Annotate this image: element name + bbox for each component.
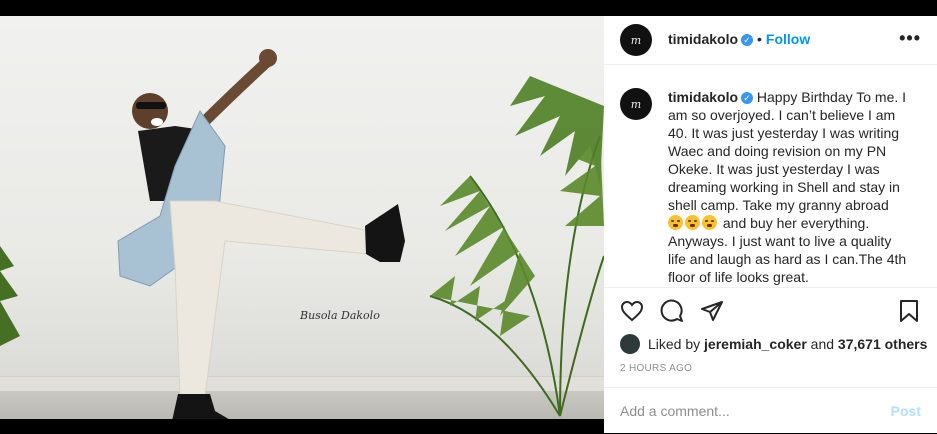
avatar-monogram: m: [630, 33, 642, 47]
dot-separator: •: [757, 31, 762, 47]
comment-icon[interactable]: [660, 299, 684, 323]
photo-illustration: [0, 49, 604, 419]
verified-icon: ✓: [741, 92, 754, 105]
heart-icon[interactable]: [620, 299, 644, 323]
caption: timidakolo ✓ Happy Birthday To me. I am s…: [620, 88, 920, 286]
username-link[interactable]: timidakolo: [668, 31, 738, 47]
avatar[interactable]: m: [620, 24, 652, 56]
bookmark-icon[interactable]: [897, 299, 921, 323]
caption-line: floor of life looks great.: [668, 269, 809, 285]
caption-line: Happy Birthday To me. I: [756, 89, 907, 105]
photo-watermark: Busola Dakolo: [300, 309, 380, 322]
verified-icon: ✓: [741, 33, 754, 46]
instagram-post: Busola Dakolo m timidakolo ✓ • Follow ••• m…: [0, 0, 937, 433]
caption-text: timidakolo ✓ Happy Birthday To me. I am s…: [668, 88, 920, 286]
post-timestamp[interactable]: 2 HOURS AGO: [620, 363, 692, 374]
likes-summary: Liked by jeremiah_coker and 37,671 other…: [620, 334, 927, 354]
caption-line: Anyways. I just want to live a quality: [668, 233, 892, 249]
crying-emoji-icon: [685, 215, 700, 230]
more-icon[interactable]: •••: [899, 28, 921, 49]
caption-line: Okeke. It was just yesterday I was: [668, 161, 880, 177]
caption-line: am so overjoyed. I can’t believe I am: [668, 107, 896, 123]
post-side-panel: m timidakolo ✓ • Follow ••• m timidakolo ✓ H…: [604, 16, 937, 433]
likes-and: and: [810, 336, 835, 352]
crying-emoji-icon: [702, 215, 717, 230]
caption-line: dreaming working in Shell and stay in: [668, 179, 900, 195]
post-comment-button[interactable]: Post: [891, 403, 921, 419]
caption-line: shell camp. Take my granny abroad: [668, 197, 889, 213]
liker-avatar[interactable]: [620, 334, 640, 354]
likes-count[interactable]: 37,671 others: [838, 336, 928, 352]
header-userline: timidakolo ✓ • Follow: [668, 31, 810, 49]
caption-username[interactable]: timidakolo: [668, 89, 738, 105]
crying-emoji-icon: [668, 215, 683, 230]
liker-username[interactable]: jeremiah_coker: [704, 336, 807, 352]
comment-box: Add a comment... Post: [604, 387, 937, 434]
caption-line: 40. It was just yesterday I was writing: [668, 125, 900, 141]
likes-prefix: Liked by: [648, 336, 701, 352]
post-header: m timidakolo ✓ • Follow •••: [604, 16, 937, 65]
caption-line: Waec and doing revision on my PN: [668, 143, 887, 159]
caption-line: and buy her everything.: [719, 215, 870, 231]
share-icon[interactable]: [700, 299, 724, 323]
person: [117, 49, 405, 419]
caption-line: life and laugh as hard as I can.The 4th: [668, 251, 907, 267]
comment-input[interactable]: Add a comment...: [620, 403, 730, 419]
post-photo[interactable]: Busola Dakolo: [0, 16, 604, 419]
follow-button[interactable]: Follow: [766, 31, 810, 47]
